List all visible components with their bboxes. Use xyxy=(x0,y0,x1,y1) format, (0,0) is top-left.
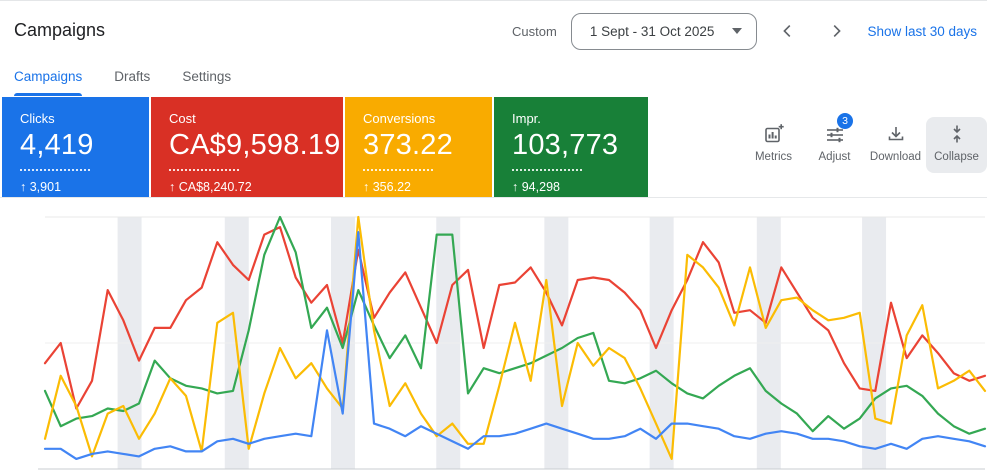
dropdown-caret-icon xyxy=(732,28,743,34)
adjust-label: Adjust xyxy=(818,151,851,163)
scorecard-delta: ↑ 3,901 xyxy=(20,180,62,194)
scorecard-row: Clicks 4,419 ↑ 3,901 Cost CA$9,598.19 ↑ … xyxy=(2,97,648,197)
tab-bar: Campaigns Drafts Settings xyxy=(0,61,987,96)
metrics-label: Metrics xyxy=(754,151,793,163)
page-header: Campaigns Custom 1 Sept - 31 Oct 2025 Sh… xyxy=(0,1,987,61)
date-controls: Custom 1 Sept - 31 Oct 2025 Show last 30… xyxy=(512,11,977,51)
scorecard-label: Impr. xyxy=(512,111,541,126)
up-arrow-icon: ↑ xyxy=(169,180,176,194)
download-label: Download xyxy=(869,151,922,163)
dotted-separator xyxy=(512,169,582,171)
scorecard-cost[interactable]: Cost CA$9,598.19 ↑ CA$8,240.72 xyxy=(151,97,343,197)
show-last-30-days-link[interactable]: Show last 30 days xyxy=(867,24,977,39)
scorecard-clicks[interactable]: Clicks 4,419 ↑ 3,901 xyxy=(2,97,149,197)
page-title: Campaigns xyxy=(14,20,106,40)
tab-settings[interactable]: Settings xyxy=(182,61,231,96)
performance-chart-canvas xyxy=(38,215,987,470)
scorecard-value: 4,419 xyxy=(20,129,94,161)
up-arrow-icon: ↑ xyxy=(512,180,519,194)
collapse-icon xyxy=(952,125,961,143)
scorecard-delta: ↑ 356.22 xyxy=(363,180,411,194)
scorecard-value: 373.22 xyxy=(363,129,453,161)
download-button[interactable]: Download xyxy=(865,117,926,163)
dotted-separator xyxy=(169,169,239,171)
campaigns-page: Campaigns Custom 1 Sept - 31 Oct 2025 Sh… xyxy=(0,0,987,473)
adjust-button[interactable]: 3 Adjust xyxy=(804,113,865,163)
date-mode-label: Custom xyxy=(512,23,557,39)
chart-toolbar: Metrics 3 Adjust Download Collapse xyxy=(743,113,987,173)
dotted-separator xyxy=(20,169,90,171)
tab-drafts[interactable]: Drafts xyxy=(114,61,150,96)
scorecard-value: CA$9,598.19 xyxy=(169,129,341,161)
scorecard-value: 103,773 xyxy=(512,129,619,161)
adjust-badge: 3 xyxy=(837,113,853,129)
tab-campaigns[interactable]: Campaigns xyxy=(14,61,83,96)
prev-period-button[interactable] xyxy=(771,14,805,48)
scorecard-delta: ↑ CA$8,240.72 xyxy=(169,180,252,194)
date-range-selector[interactable]: 1 Sept - 31 Oct 2025 xyxy=(570,12,758,50)
scorecard-label: Clicks xyxy=(20,111,55,126)
up-arrow-icon: ↑ xyxy=(363,180,370,194)
up-arrow-icon: ↑ xyxy=(20,180,27,194)
dotted-separator xyxy=(363,169,433,171)
metrics-button[interactable]: Metrics xyxy=(743,117,804,163)
download-icon xyxy=(888,127,903,141)
scorecard-label: Cost xyxy=(169,111,196,126)
scorecard-label: Conversions xyxy=(363,111,436,126)
chevron-left-icon xyxy=(783,25,791,37)
scorecard-conversions[interactable]: Conversions 373.22 ↑ 356.22 xyxy=(345,97,492,197)
date-range-value: 1 Sept - 31 Oct 2025 xyxy=(589,23,715,39)
next-period-button[interactable] xyxy=(819,14,853,48)
chevron-right-icon xyxy=(834,25,842,37)
scorecard-delta: ↑ 94,298 xyxy=(512,180,560,194)
metrics-icon xyxy=(764,124,784,143)
collapse-button[interactable]: Collapse xyxy=(926,117,987,173)
performance-chart[interactable] xyxy=(0,198,987,473)
scorecard-impressions[interactable]: Impr. 103,773 ↑ 94,298 xyxy=(494,97,648,197)
collapse-label: Collapse xyxy=(934,151,979,163)
